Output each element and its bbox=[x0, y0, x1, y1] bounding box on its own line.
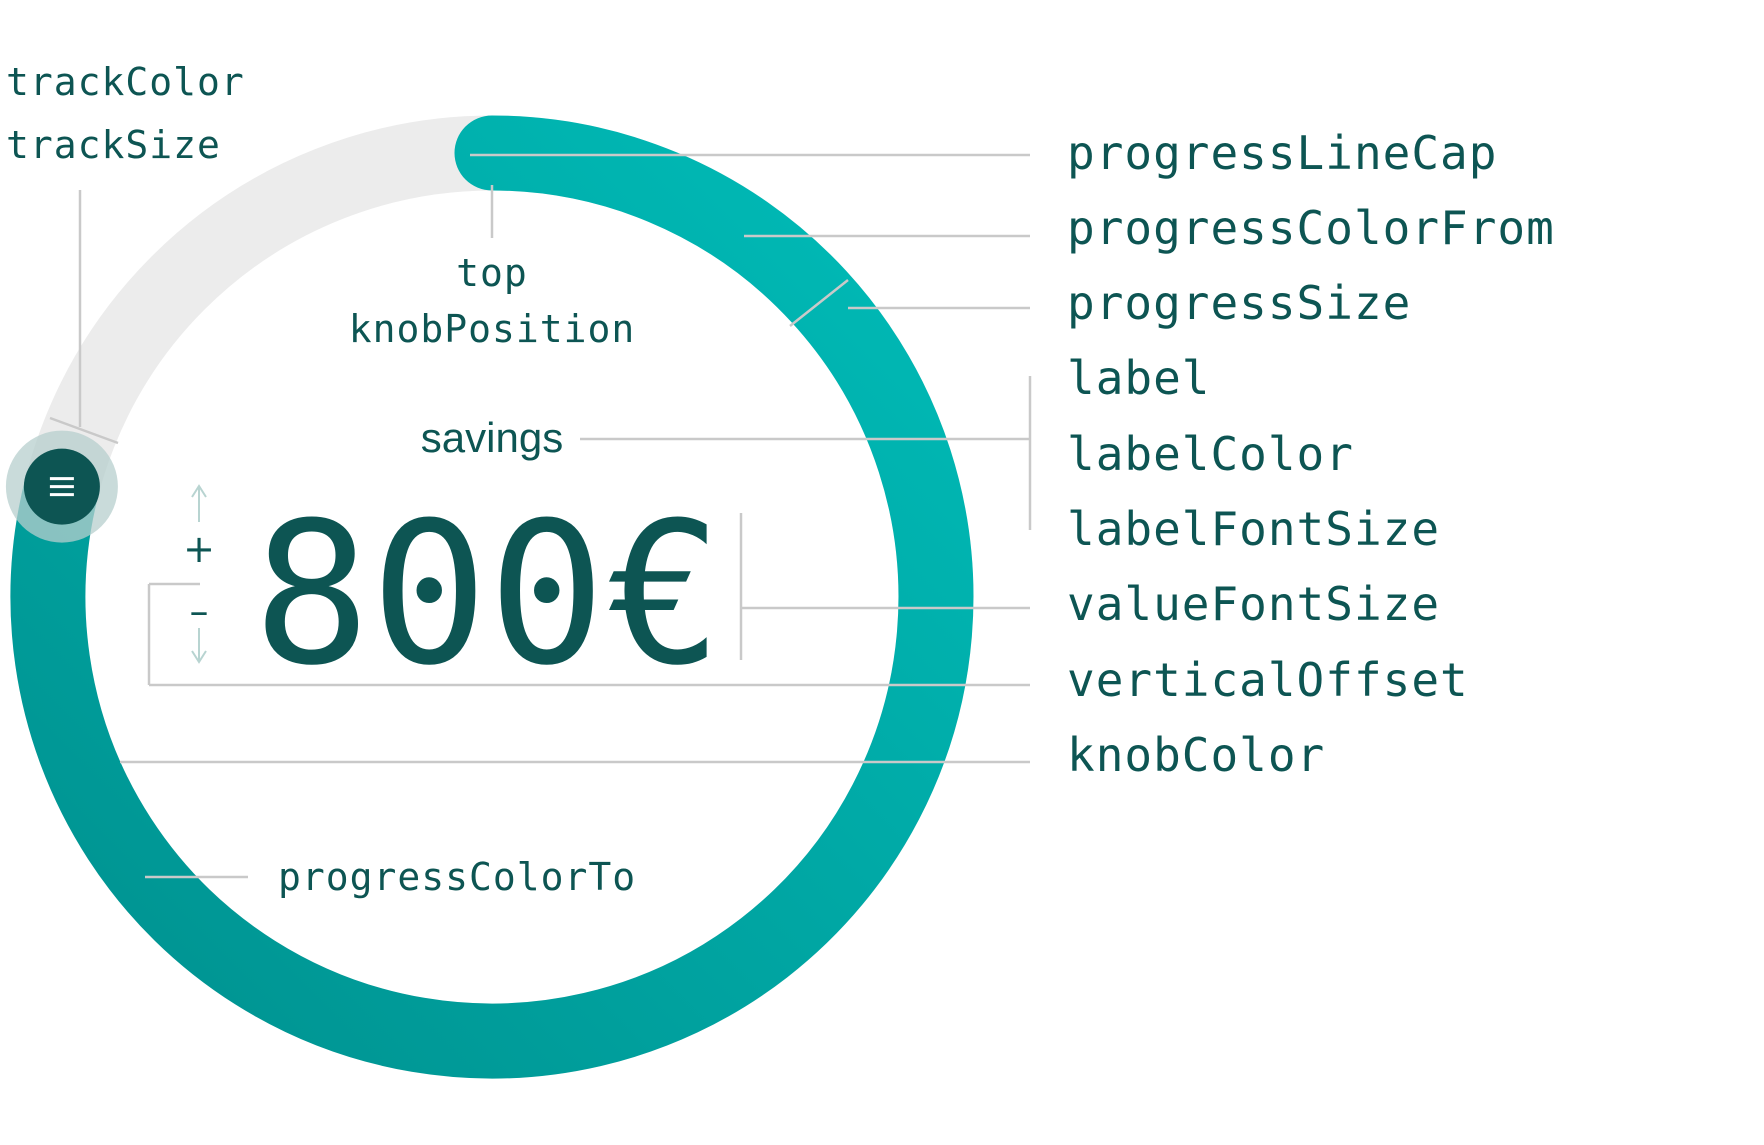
right-annotations: progressLineCap progressColorFrom progre… bbox=[1067, 126, 1555, 782]
plus-sign: + bbox=[183, 527, 215, 571]
slider-label: savings bbox=[421, 414, 563, 461]
annotation-knob-position: knobPosition bbox=[349, 307, 636, 351]
annotation-progress-line-cap: progressLineCap bbox=[1067, 126, 1497, 180]
annotation-label: label bbox=[1067, 351, 1210, 405]
annotation-knob-position-value: top bbox=[456, 251, 528, 295]
annotation-progress-size: progressSize bbox=[1067, 276, 1411, 330]
annotation-label-font-size: labelFontSize bbox=[1067, 502, 1440, 556]
vertical-offset-arrows: + – bbox=[183, 484, 215, 664]
minus-sign: – bbox=[190, 589, 209, 633]
annotation-vertical-offset: verticalOffset bbox=[1067, 653, 1469, 707]
slider-value: 800€ bbox=[253, 481, 723, 709]
annotation-progress-color-to: progressColorTo bbox=[278, 855, 636, 899]
annotation-progress-color-from: progressColorFrom bbox=[1067, 201, 1555, 255]
annotation-track-size: trackSize bbox=[6, 123, 221, 167]
annotation-track-color: trackColor bbox=[6, 60, 245, 104]
annotation-value-font-size: valueFontSize bbox=[1067, 577, 1440, 631]
circular-slider-diagram: + – savings 800€ trackColor trackSize to… bbox=[5, 60, 1555, 1079]
slider-knob[interactable] bbox=[5, 430, 118, 543]
annotation-label-color: labelColor bbox=[1067, 427, 1354, 481]
annotation-knob-color: knobColor bbox=[1067, 728, 1325, 782]
